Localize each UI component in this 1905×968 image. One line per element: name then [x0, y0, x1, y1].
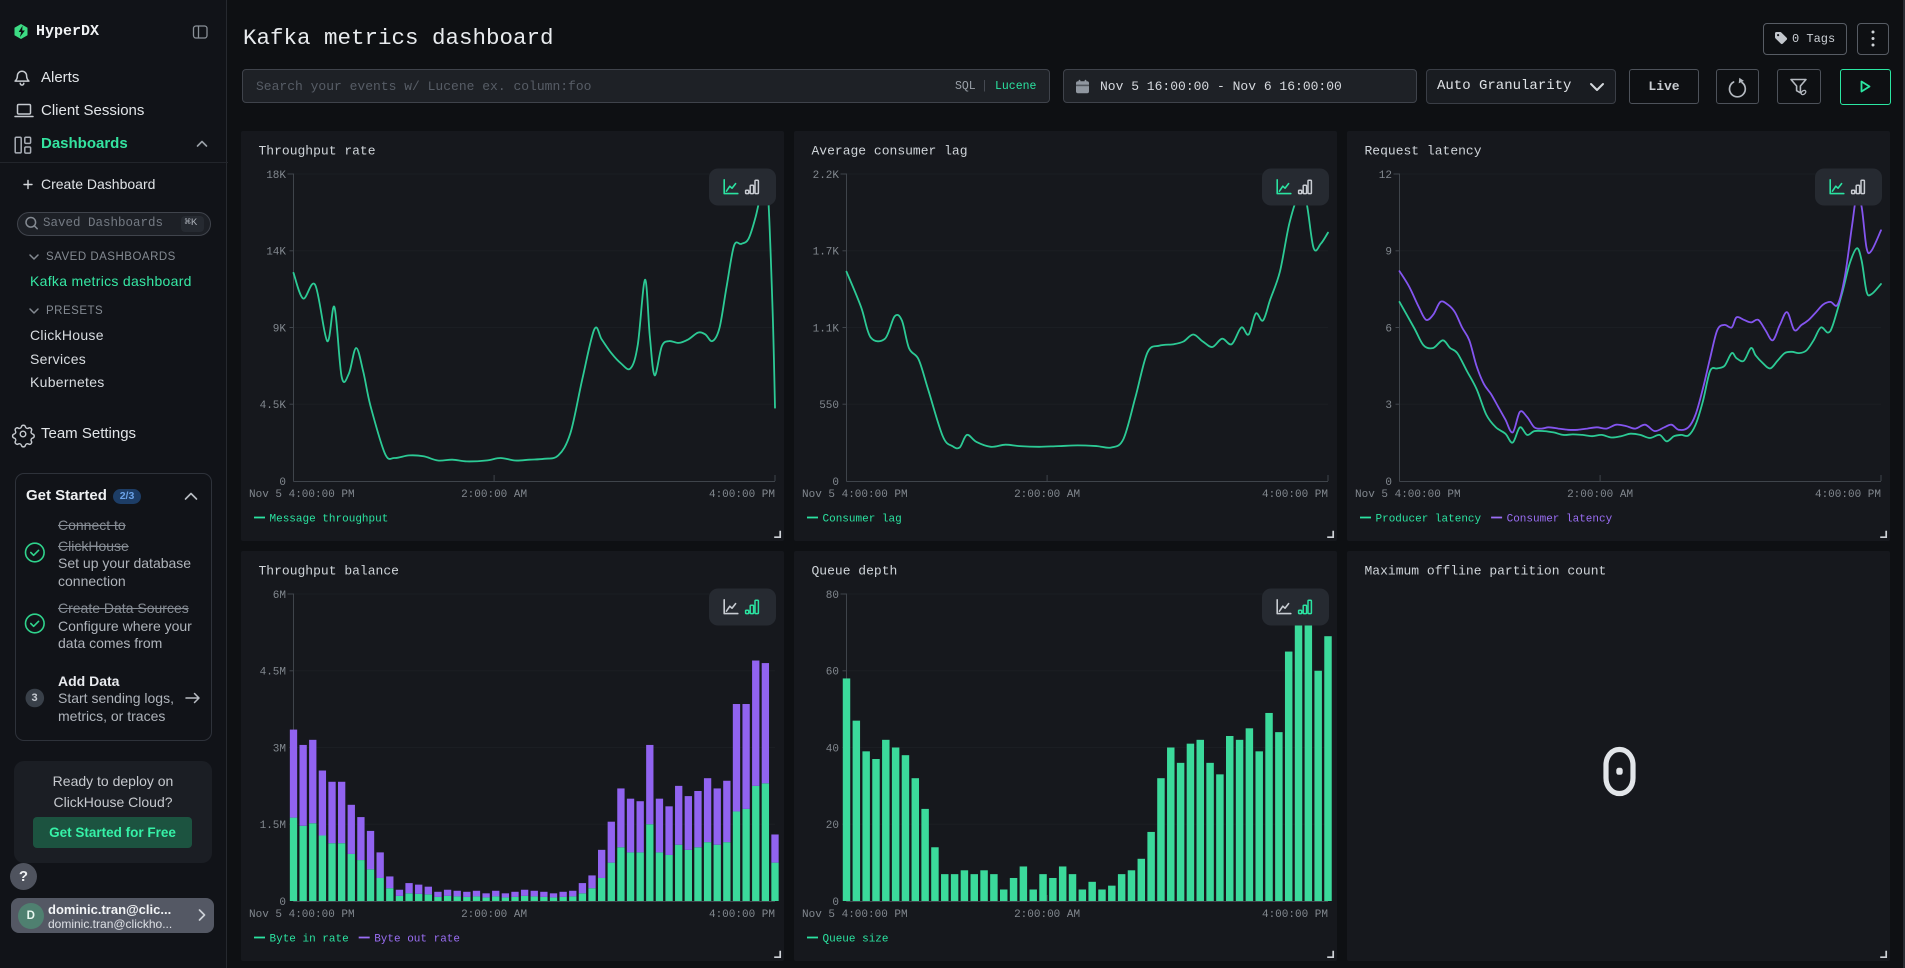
svg-text:20: 20	[826, 820, 839, 832]
svg-text:6M: 6M	[273, 590, 286, 602]
svg-text:4:00:00 PM: 4:00:00 PM	[1262, 909, 1328, 921]
svg-text:3M: 3M	[273, 743, 286, 755]
svg-text:Consumer lag: Consumer lag	[823, 514, 902, 526]
svg-text:18K: 18K	[266, 170, 286, 182]
svg-text:1.5M: 1.5M	[260, 820, 286, 832]
svg-text:1.7K: 1.7K	[813, 247, 840, 259]
svg-text:Nov 5 4:00:00 PM: Nov 5 4:00:00 PM	[249, 909, 355, 921]
svg-text:Nov 5 4:00:00 PM: Nov 5 4:00:00 PM	[1355, 489, 1461, 501]
svg-text:6: 6	[1385, 323, 1392, 335]
svg-text:4:00:00 PM: 4:00:00 PM	[709, 909, 775, 921]
svg-text:9K: 9K	[273, 323, 287, 335]
svg-text:2:00:00 AM: 2:00:00 AM	[1567, 489, 1633, 501]
svg-text:9: 9	[1385, 247, 1392, 259]
svg-text:4:00:00 PM: 4:00:00 PM	[709, 489, 775, 501]
svg-text:Nov 5 4:00:00 PM: Nov 5 4:00:00 PM	[802, 489, 908, 501]
svg-text:60: 60	[826, 667, 839, 679]
svg-text:Byte out rate: Byte out rate	[374, 934, 460, 946]
svg-text:Nov 5 4:00:00 PM: Nov 5 4:00:00 PM	[802, 909, 908, 921]
svg-text:0: 0	[279, 897, 286, 909]
svg-text:4.5K: 4.5K	[260, 400, 287, 412]
svg-text:Byte in rate: Byte in rate	[270, 934, 349, 946]
svg-text:Throughput balance: Throughput balance	[259, 564, 399, 579]
svg-text:Queue depth: Queue depth	[812, 564, 898, 579]
svg-text:1.1K: 1.1K	[813, 323, 840, 335]
svg-text:0: 0	[279, 477, 286, 489]
svg-text:Nov 5 4:00:00 PM: Nov 5 4:00:00 PM	[249, 489, 355, 501]
svg-text:Average consumer lag: Average consumer lag	[812, 144, 968, 159]
svg-text:2:00:00 AM: 2:00:00 AM	[461, 489, 527, 501]
svg-text:2:00:00 AM: 2:00:00 AM	[1014, 909, 1080, 921]
svg-text:40: 40	[826, 743, 839, 755]
svg-text:4.5M: 4.5M	[260, 667, 286, 679]
svg-text:Maximum offline partition coun: Maximum offline partition count	[1365, 564, 1607, 579]
svg-text:80: 80	[826, 590, 839, 602]
svg-text:Producer latency: Producer latency	[1376, 514, 1482, 526]
svg-text:4:00:00 PM: 4:00:00 PM	[1262, 489, 1328, 501]
svg-text:2.2K: 2.2K	[813, 170, 840, 182]
svg-text:Queue size: Queue size	[823, 934, 889, 946]
svg-text:Request latency: Request latency	[1365, 144, 1482, 159]
svg-text:12: 12	[1379, 170, 1392, 182]
svg-text:0: 0	[1385, 477, 1392, 489]
svg-text:2:00:00 AM: 2:00:00 AM	[461, 909, 527, 921]
svg-text:2:00:00 AM: 2:00:00 AM	[1014, 489, 1080, 501]
svg-text:550: 550	[819, 400, 839, 412]
svg-text:0: 0	[832, 477, 839, 489]
svg-text:Throughput rate: Throughput rate	[259, 144, 376, 159]
svg-text:Message throughput: Message throughput	[270, 514, 389, 526]
svg-text:4:00:00 PM: 4:00:00 PM	[1815, 489, 1881, 501]
svg-text:3: 3	[1385, 400, 1392, 412]
svg-text:14K: 14K	[266, 247, 286, 259]
svg-text:Consumer latency: Consumer latency	[1507, 514, 1613, 526]
svg-text:0: 0	[832, 897, 839, 909]
